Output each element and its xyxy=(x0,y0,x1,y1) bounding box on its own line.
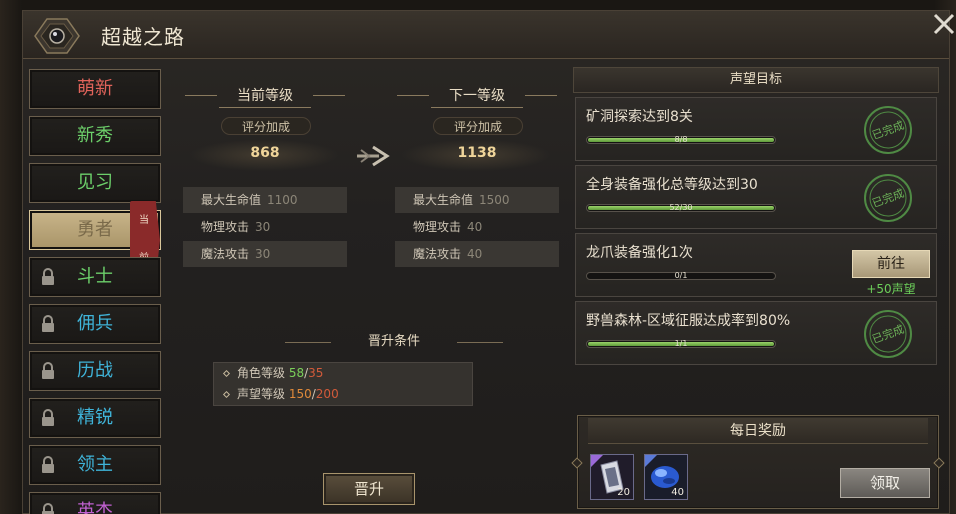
next-score-value: 1138 xyxy=(457,145,497,161)
rank-tab-label: 精锐 xyxy=(77,407,113,428)
condition-role-level: 角色等级 58/35 xyxy=(214,363,472,384)
rank-tab-label: 斗士 xyxy=(77,266,113,287)
current-stat-hp: 最大生命值 1100 xyxy=(183,187,347,213)
reputation-header: 声望目标 xyxy=(573,67,939,93)
completed-stamp-icon: 已完成 xyxy=(864,174,912,222)
rank-tab-5[interactable]: 斗士 xyxy=(29,257,161,297)
current-score-value: 868 xyxy=(250,145,280,161)
title-bar: 超越之路 xyxy=(23,11,949,59)
reward-item-gem[interactable]: 40 xyxy=(644,454,688,500)
completed-stamp-icon: 已完成 xyxy=(864,310,912,358)
rank-tab-label: 见习 xyxy=(77,172,113,193)
daily-reward-panel: 每日奖励 20 40 领取 xyxy=(577,415,939,509)
current-stat-patk: 物理攻击 30 xyxy=(201,220,271,234)
svg-text:已完成: 已完成 xyxy=(870,186,906,210)
bullet-icon xyxy=(222,390,231,399)
rank-tab-7[interactable]: 历战 xyxy=(29,351,161,391)
task-mine-explore: 矿洞探索达到8关 8/8 已完成 xyxy=(575,97,937,161)
current-score-label: 评分加成 xyxy=(221,117,311,135)
beyond-road-window: 超越之路 萌新新秀见习勇者当前斗士佣兵历战精锐领主英杰 当前等级 评分加成 86… xyxy=(22,10,955,514)
completed-stamp-icon: 已完成 xyxy=(864,106,912,154)
task-beast-forest: 野兽森林-区域征服达成率到80% 1/1 已完成 xyxy=(575,301,937,365)
current-stat-matk: 魔法攻击 30 xyxy=(183,241,347,267)
lock-icon xyxy=(42,268,54,285)
next-stat-matk: 魔法攻击 40 xyxy=(395,241,559,267)
rank-tab-label: 萌新 xyxy=(77,78,113,99)
lock-icon xyxy=(42,409,54,426)
daily-reward-header: 每日奖励 xyxy=(588,418,928,444)
rank-tab-4[interactable]: 勇者当前 xyxy=(29,201,161,279)
progress-bar: 0/1 xyxy=(586,271,776,280)
lock-icon xyxy=(42,456,54,473)
promotion-conditions-header: 晋升条件 xyxy=(285,331,503,353)
goto-button[interactable]: 前往 xyxy=(852,250,930,278)
progress-bar: 8/8 xyxy=(586,135,776,144)
svg-text:已完成: 已完成 xyxy=(870,322,906,346)
rank-tab-8[interactable]: 精锐 xyxy=(29,398,161,438)
rank-tab-label: 新秀 xyxy=(77,125,113,146)
next-score-label: 评分加成 xyxy=(433,117,523,135)
rank-tab-label: 领主 xyxy=(77,454,113,475)
lock-icon xyxy=(42,362,54,379)
claim-button[interactable]: 领取 xyxy=(840,468,930,498)
condition-reputation-level: 声望等级 150/200 xyxy=(214,384,472,405)
lock-icon xyxy=(42,315,54,332)
reward-item-scroll[interactable]: 20 xyxy=(590,454,634,500)
lock-icon xyxy=(42,503,54,514)
promotion-conditions-list: 角色等级 58/35 声望等级 150/200 xyxy=(213,362,473,406)
task-equip-enhance: 全身装备强化总等级达到30 52/30 已完成 xyxy=(575,165,937,229)
arrow-right-icon xyxy=(357,145,390,167)
next-level-header: 下一等级 xyxy=(397,85,557,108)
rank-tab-label: 勇者 xyxy=(77,219,113,240)
current-level-header: 当前等级 xyxy=(185,85,345,108)
rank-tab-label: 佣兵 xyxy=(77,313,113,334)
reputation-targets-panel: 声望目标 矿洞探索达到8关 8/8 已完成 全身装备强化总等级达到30 52/3… xyxy=(573,67,939,365)
rank-tab-3[interactable]: 见习 xyxy=(29,163,161,203)
task-dragon-claw: 龙爪装备强化1次 0/1 前往 +50声望 xyxy=(575,233,937,297)
rank-tab-6[interactable]: 佣兵 xyxy=(29,304,161,344)
reward-reputation: +50声望 xyxy=(866,282,916,296)
rank-tab-9[interactable]: 领主 xyxy=(29,445,161,485)
rank-tab-10[interactable]: 英杰 xyxy=(29,492,161,514)
emblem-icon xyxy=(34,18,80,54)
progress-bar: 52/30 xyxy=(586,203,776,212)
rank-tab-2[interactable]: 新秀 xyxy=(29,116,161,156)
rank-tab-label: 英杰 xyxy=(77,501,113,514)
progress-bar: 1/1 xyxy=(586,339,776,348)
window-title: 超越之路 xyxy=(101,25,185,49)
close-icon xyxy=(933,13,955,35)
next-stat-hp: 最大生命值 1500 xyxy=(395,187,559,213)
rank-tab-1[interactable]: 萌新 xyxy=(29,69,161,109)
bullet-icon xyxy=(222,369,231,378)
promote-button[interactable]: 晋升 xyxy=(323,473,415,505)
next-stat-patk: 物理攻击 40 xyxy=(413,220,483,234)
rank-tab-label: 历战 xyxy=(77,360,113,381)
close-button[interactable] xyxy=(929,7,956,37)
svg-text:已完成: 已完成 xyxy=(870,118,906,142)
